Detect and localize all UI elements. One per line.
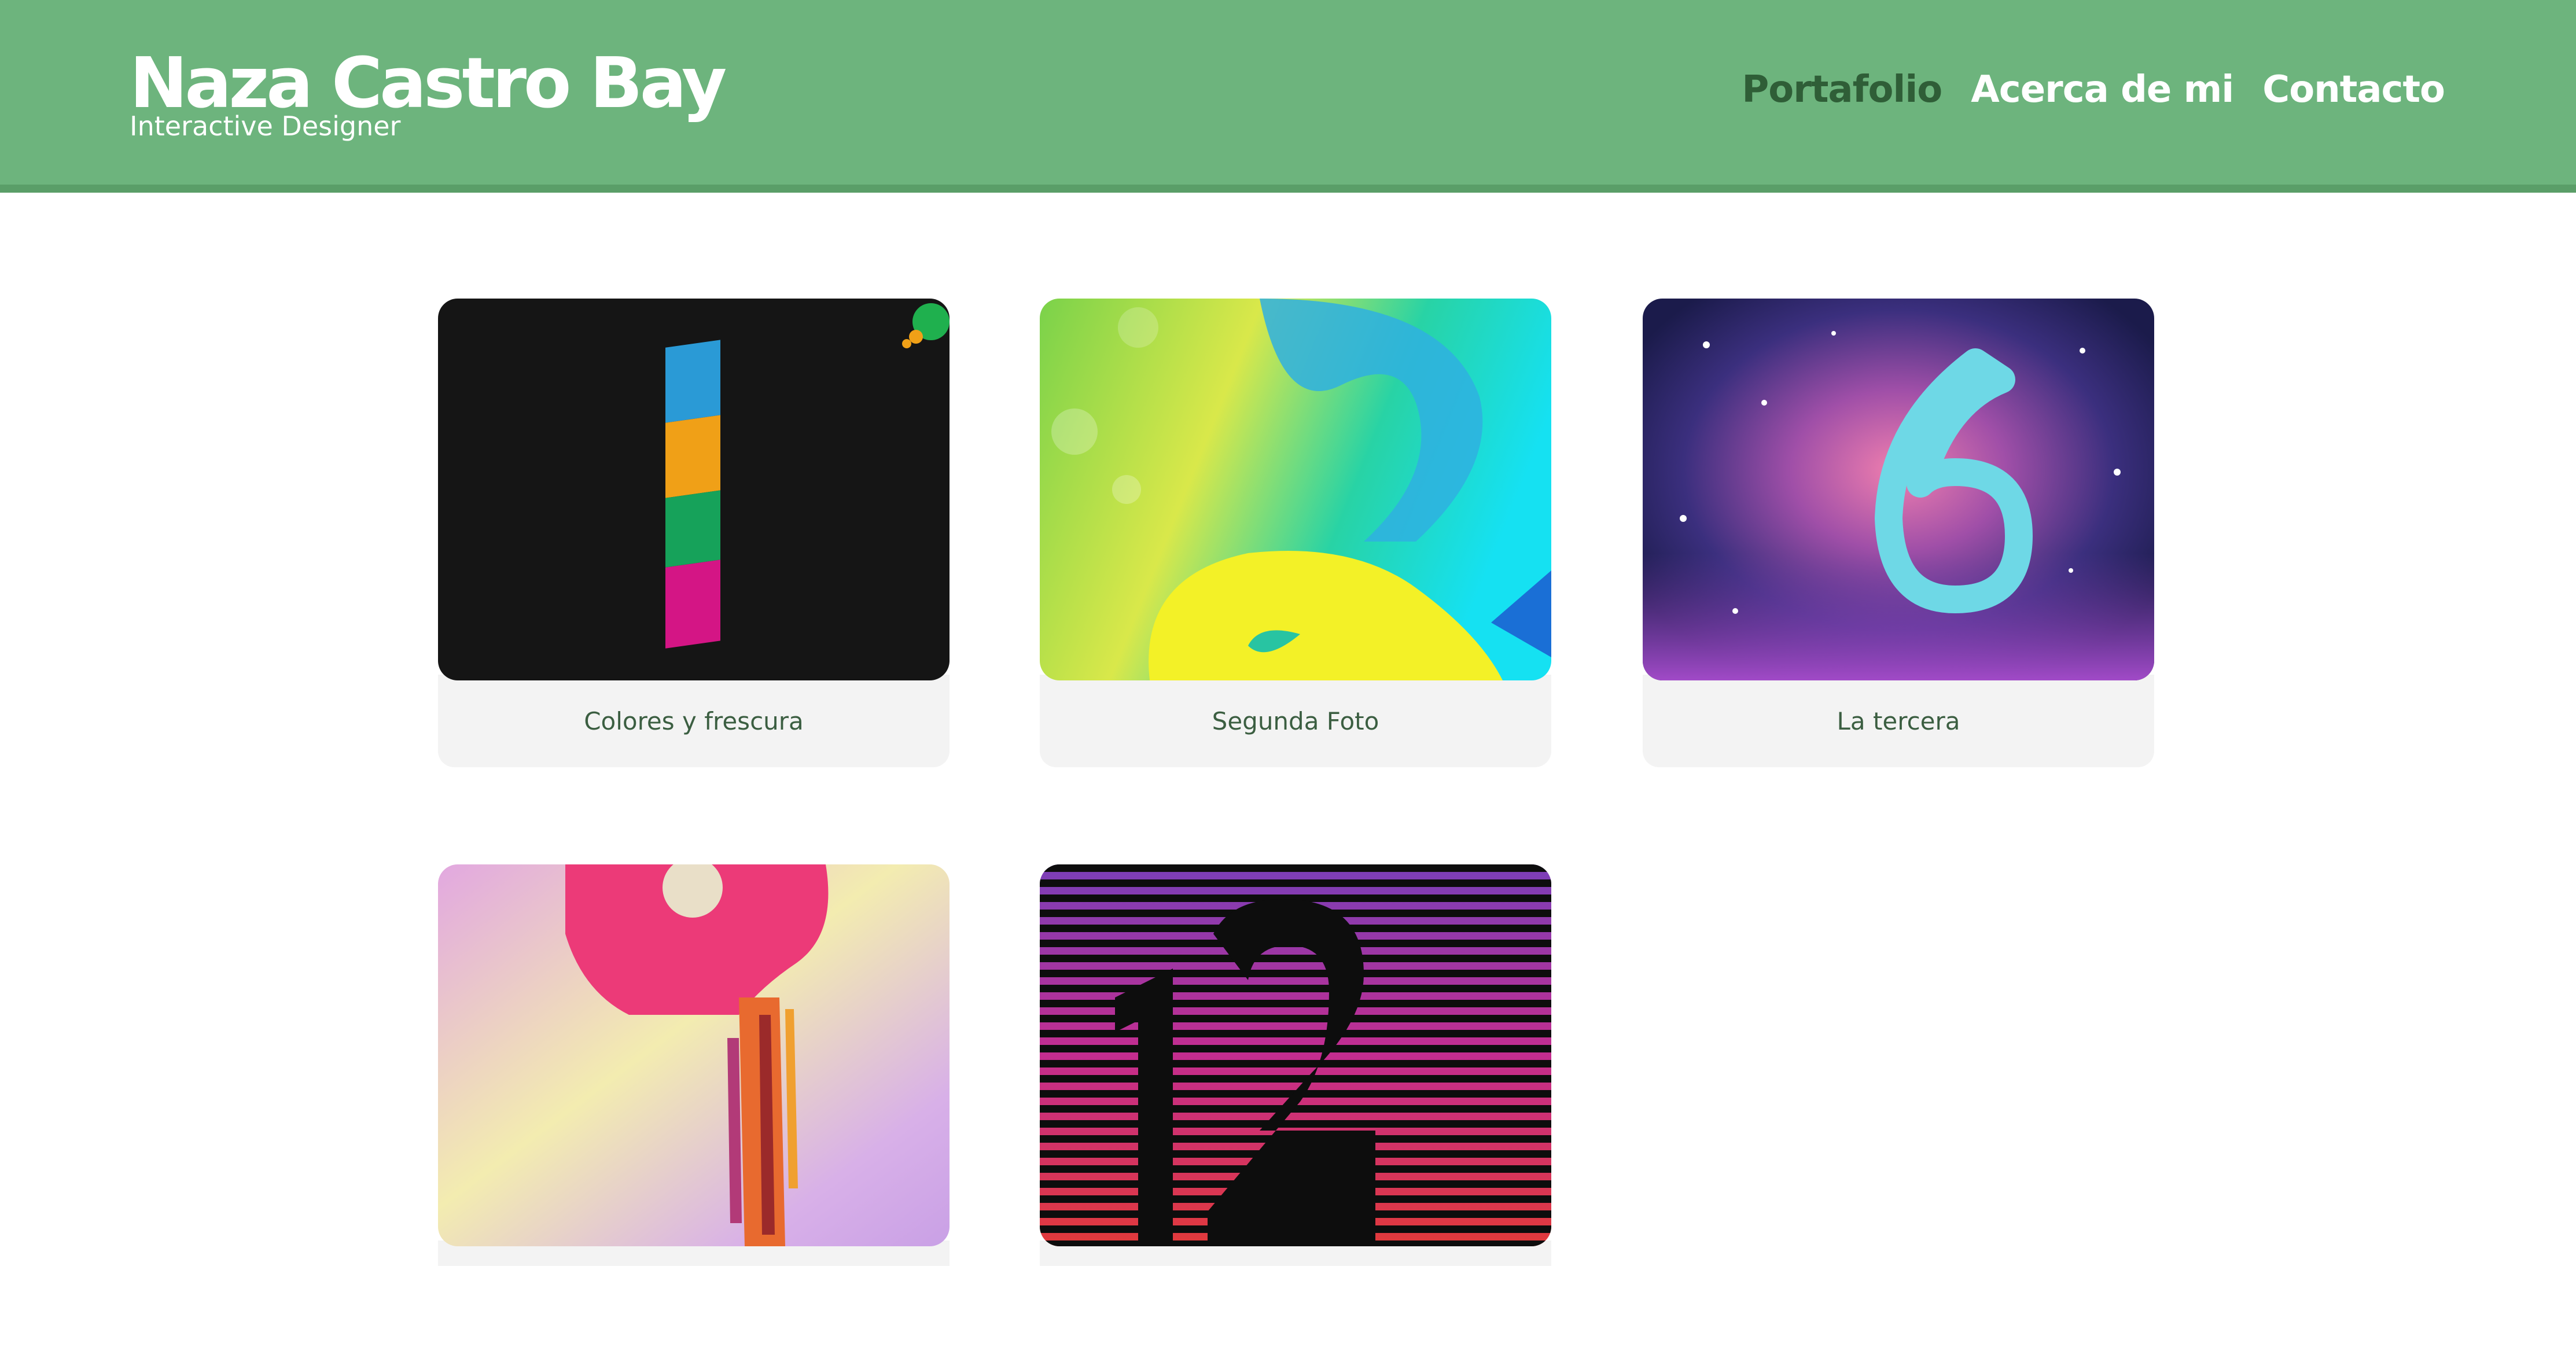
brand[interactable]: Naza Castro Bay Interactive Designer [130, 46, 727, 142]
portfolio-card[interactable]: La tercera [1643, 299, 2154, 767]
portfolio-card[interactable] [1040, 864, 1551, 1266]
card-title[interactable]: Segunda Foto [1040, 675, 1551, 767]
number-9-artwork[interactable] [438, 864, 950, 1246]
nav-portafolio[interactable]: Portafolio [1742, 67, 1942, 113]
number-1-artwork[interactable] [438, 299, 950, 680]
nav-acerca-de-mi[interactable]: Acerca de mi [1971, 67, 2234, 113]
site-header: Naza Castro Bay Interactive Designer Por… [0, 0, 2576, 193]
portfolio-card[interactable] [438, 864, 950, 1266]
number-12-artwork[interactable] [1040, 864, 1551, 1246]
portfolio-card[interactable]: Colores y frescura [438, 299, 950, 767]
card-title[interactable]: La tercera [1643, 675, 2154, 767]
portfolio-card[interactable]: Segunda Foto [1040, 299, 1551, 767]
number-6-artwork[interactable] [1643, 299, 2154, 680]
card-title[interactable]: Colores y frescura [438, 675, 950, 767]
number-3-artwork[interactable] [1040, 299, 1551, 680]
nav-contacto[interactable]: Contacto [2262, 67, 2445, 113]
main-nav: Portafolio Acerca de mi Contacto [1742, 67, 2445, 113]
